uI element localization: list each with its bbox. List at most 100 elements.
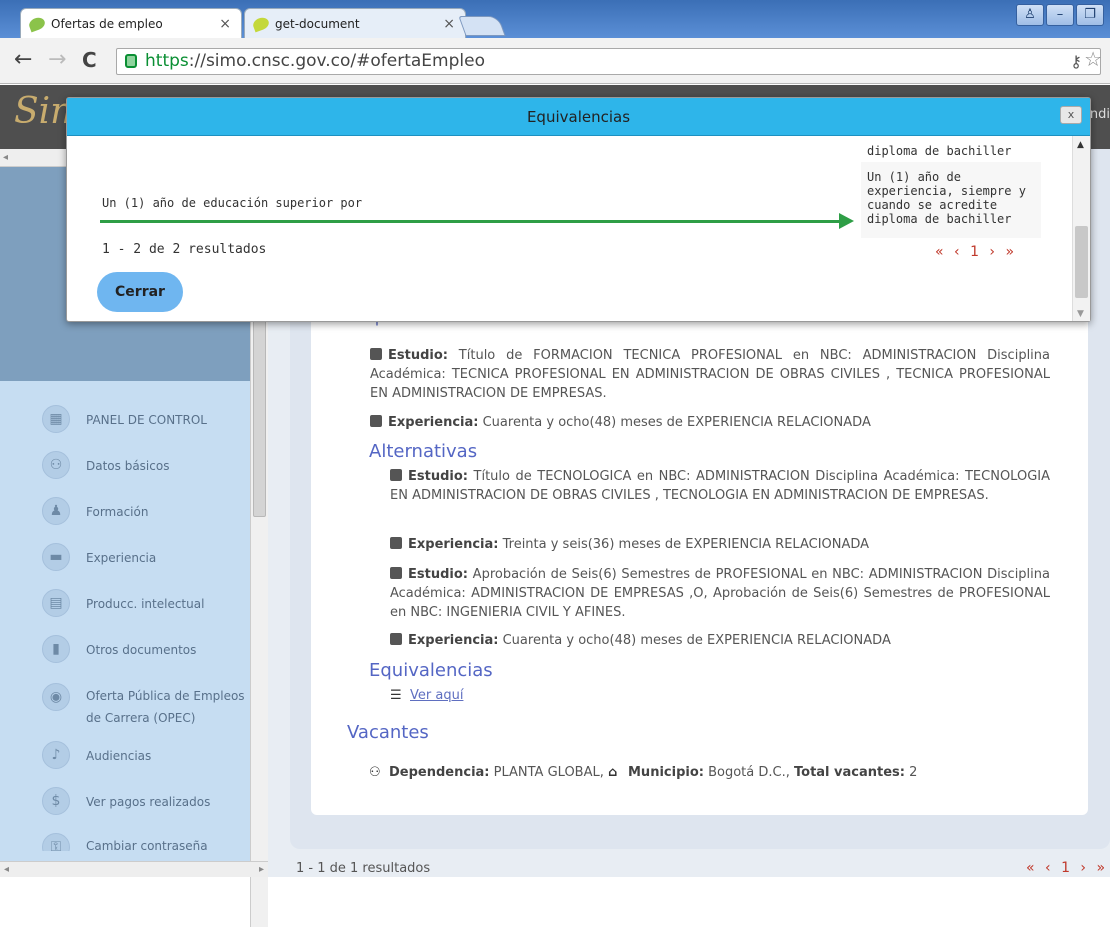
estudio-label: Estudio: xyxy=(408,567,468,582)
sidebar-item-formacion[interactable]: ♟ Formación xyxy=(0,489,250,535)
briefcase-icon: ▬ xyxy=(42,543,70,571)
close-tab-icon[interactable]: × xyxy=(219,16,231,32)
home-icon: ⌂ xyxy=(608,765,618,780)
scroll-down-icon[interactable]: ▼ xyxy=(1077,309,1084,319)
globe-icon: ◉ xyxy=(42,683,70,711)
sidebar-item-experiencia[interactable]: ▬ Experiencia xyxy=(0,535,250,581)
close-icon[interactable]: x xyxy=(1060,106,1082,124)
sidebar-item-label: Datos básicos xyxy=(86,459,170,473)
address-bar: ← → C https://simo.cnsc.gov.co/#ofertaEm… xyxy=(0,38,1110,84)
maximize-icon[interactable]: ❐ xyxy=(1076,4,1104,26)
tab-get-document[interactable]: get-document × xyxy=(244,8,466,38)
video-icon xyxy=(390,633,402,645)
req-experiencia: Experiencia: Cuarenta y ocho(48) meses d… xyxy=(370,413,1050,432)
sidebar-item-pagos[interactable]: $ Ver pagos realizados xyxy=(0,779,250,825)
bookmark-star-icon[interactable]: ☆ xyxy=(1084,47,1102,72)
sidebar-item-opec[interactable]: ◉ Oferta Pública de Empleos de Carrera (O… xyxy=(0,673,250,733)
url-field[interactable]: https://simo.cnsc.gov.co/#ofertaEmpleo ⚷… xyxy=(116,47,1102,75)
alt2-experiencia: Experiencia: Cuarenta y ocho(48) meses d… xyxy=(390,631,1050,650)
lock-icon xyxy=(125,54,137,68)
sidebar-item-label: Audiencias xyxy=(86,749,152,763)
minimize-icon[interactable]: – xyxy=(1046,4,1074,26)
alternativas-heading: Alternativas xyxy=(369,441,478,462)
modal-results-count: 1 - 2 de 2 resultados xyxy=(102,242,267,257)
document-icon: ▮ xyxy=(42,635,70,663)
experiencia-text: Treinta y seis(36) meses de EXPERIENCIA … xyxy=(498,537,870,552)
sidebar-menu: ▦ PANEL DE CONTROL ⚇ Datos básicos ♟ Formac… xyxy=(0,397,250,851)
pagination[interactable]: « ‹ 1 › » xyxy=(1026,860,1108,876)
lock-icon: ⚿ xyxy=(42,833,70,851)
url-protocol: https xyxy=(145,51,189,71)
tab-label: get-document xyxy=(275,16,360,31)
experiencia-label: Experiencia: xyxy=(388,415,479,430)
modal-body: diploma de bachiller Un (1) año de exper… xyxy=(67,136,1072,321)
sidebar-item-label: Formación xyxy=(86,505,149,519)
estudio-text: Título de FORMACION TECNICA PROFESIONAL … xyxy=(370,348,1050,401)
sidebar-item-label: Producc. intelectual xyxy=(86,597,205,611)
experiencia-label: Experiencia: xyxy=(408,537,499,552)
sidebar-item-label: Ver pagos realizados xyxy=(86,795,211,809)
alt1-estudio: Estudio: Título de TECNOLOGICA en NBC: A… xyxy=(390,467,1050,505)
req-estudio: Estudio: Título de FORMACION TECNICA PRO… xyxy=(370,346,1050,403)
user-icon[interactable]: ♙ xyxy=(1016,4,1044,26)
sidebar-item-label: Experiencia xyxy=(86,551,157,565)
sidebar-item-otros[interactable]: ▮ Otros documentos xyxy=(0,627,250,673)
results-count: 1 - 1 de 1 resultados xyxy=(296,861,431,876)
scroll-up-icon[interactable]: ▲ xyxy=(1077,140,1084,150)
sidebar-item-contrasena[interactable]: ⚿ Cambiar contraseña xyxy=(0,825,250,851)
sidebar-item-produccion[interactable]: ▤ Producc. intelectual xyxy=(0,581,250,627)
video-icon xyxy=(390,537,402,549)
arrow-right-icon xyxy=(839,213,854,229)
leaf-icon xyxy=(251,15,271,32)
url-rest: ://simo.cnsc.gov.co/#ofertaEmpleo xyxy=(188,51,485,71)
new-tab-button[interactable] xyxy=(458,16,506,36)
graduate-icon xyxy=(370,348,382,360)
alt1-experiencia: Experiencia: Treinta y seis(36) meses de… xyxy=(390,535,1050,554)
estudio-text: Aprobación de Seis(6) Semestres de PROFE… xyxy=(390,567,1050,620)
close-tab-icon[interactable]: × xyxy=(443,16,455,32)
book-icon xyxy=(390,469,402,481)
tab-ofertas[interactable]: Ofertas de empleo × xyxy=(20,8,242,38)
dollar-icon: $ xyxy=(42,787,70,815)
dependencia-label: Dependencia: xyxy=(389,765,490,780)
header-overflow-text: ndi xyxy=(1089,107,1110,122)
equivalence-target: Un (1) año de experiencia, siempre y cua… xyxy=(867,170,1026,226)
people-icon: ⚇ xyxy=(42,451,70,479)
modal-title: Equivalencias xyxy=(526,108,631,126)
total-vacantes-label: Total vacantes: xyxy=(794,765,905,780)
dependencia-value: PLANTA GLOBAL, xyxy=(489,765,608,780)
sidebar-item-label: PANEL DE CONTROL xyxy=(86,413,207,427)
alt2-estudio: Estudio: Aprobación de Seis(6) Semestres… xyxy=(390,565,1050,622)
forward-icon[interactable]: → xyxy=(48,48,66,72)
reload-icon[interactable]: C xyxy=(82,48,97,72)
sidebar-item-panel[interactable]: ▦ PANEL DE CONTROL xyxy=(0,397,250,443)
equivalence-source: Un (1) año de educación superior por xyxy=(102,196,363,210)
ver-aqui-link[interactable]: Ver aquí xyxy=(410,688,463,703)
experiencia-text: Cuarenta y ocho(48) meses de EXPERIENCIA… xyxy=(478,415,871,430)
leaf-icon xyxy=(27,15,47,32)
list-icon: ☰ xyxy=(390,688,402,703)
estudio-label: Estudio: xyxy=(388,348,448,363)
sidebar-item-label: Otros documentos xyxy=(86,643,197,657)
equivalencias-modal: Equivalencias x diploma de bachiller Un … xyxy=(66,97,1091,322)
modal-pagination[interactable]: « ‹ 1 › » xyxy=(935,244,1017,260)
tab-label: Ofertas de empleo xyxy=(51,16,163,31)
key-icon[interactable]: ⚷ xyxy=(1070,49,1082,74)
book-icon: ▤ xyxy=(42,589,70,617)
browser-tab-bar: Ofertas de empleo × get-document × ♙ – ❐ xyxy=(0,0,1110,38)
experiencia-text: Cuarenta y ocho(48) meses de EXPERIENCIA… xyxy=(498,633,891,648)
total-vacantes-value: 2 xyxy=(905,765,918,780)
municipio-value: Bogotá D.C., xyxy=(703,765,794,780)
graduate-icon: ♟ xyxy=(42,497,70,525)
back-icon[interactable]: ← xyxy=(14,48,32,72)
experiencia-label: Experiencia: xyxy=(408,633,499,648)
sidebar-bottom-scrollbar[interactable]: ◂ ▸ xyxy=(0,861,268,877)
ver-aqui-row: ☰ Ver aquí xyxy=(390,686,1080,705)
sidebar-item-datos[interactable]: ⚇ Datos básicos xyxy=(0,443,250,489)
sidebar-item-audiencias[interactable]: ♪ Audiencias xyxy=(0,733,250,779)
book-icon xyxy=(390,567,402,579)
modal-scrollbar[interactable]: ▲ ▼ xyxy=(1072,136,1090,321)
cerrar-button[interactable]: Cerrar xyxy=(97,272,183,312)
sidebar-item-label: Oferta Pública de Empleos de Carrera (OP… xyxy=(86,689,245,725)
scroll-thumb[interactable] xyxy=(1075,226,1088,298)
